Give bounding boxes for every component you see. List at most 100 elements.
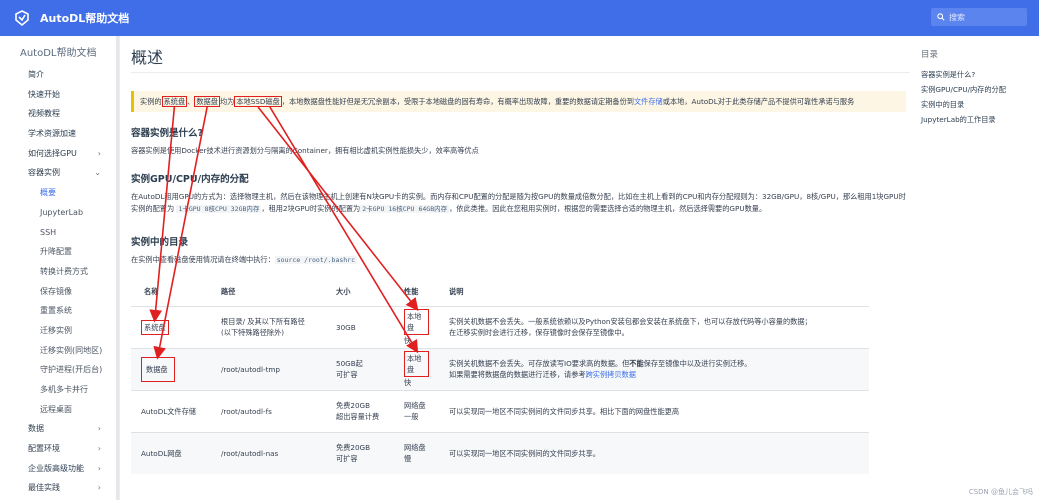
sidebar-item[interactable]: 如何选择GPU ›: [0, 144, 119, 164]
sidebar-item-label: 数据: [28, 424, 44, 434]
cell-desc: 可以实现同一地区不同实例间的文件同步共享。相比下面的网盘性能更高: [449, 406, 680, 416]
chevron-right-icon: ›: [97, 148, 101, 158]
cell-path: /root/autodl-tmp: [221, 364, 280, 374]
sidebar-item[interactable]: 企业版高级功能 ›: [0, 459, 119, 479]
site-title[interactable]: AutoDL帮助文档: [40, 10, 129, 26]
search-input[interactable]: [949, 12, 1019, 22]
sidebar-item-label: 快速开始: [28, 89, 60, 99]
cell-desc-bold: 不能: [629, 359, 644, 368]
sidebar-item[interactable]: 视频教程: [0, 104, 119, 124]
sidebar-item[interactable]: 容器实例 ⌄: [0, 163, 119, 183]
table-row: 数据盘 /root/autodl-tmp 50GB起 可扩容 本地盘快 实例关机数…: [131, 348, 869, 390]
sidebar-item-label: 学术资源加速: [28, 129, 76, 139]
highlight-local-ssd: 本地SSD磁盘: [234, 96, 282, 107]
search-box[interactable]: [931, 8, 1027, 26]
sidebar-item[interactable]: 概要: [0, 183, 119, 203]
toc-item[interactable]: 实例GPU/CPU/内存的分配: [921, 85, 1031, 95]
inline-code: 8核CPU: [202, 205, 229, 213]
cell-size: 免费20GB: [336, 443, 371, 453]
sidebar-item[interactable]: 数据 ›: [0, 419, 119, 439]
sidebar-item[interactable]: 简介: [0, 65, 119, 85]
sidebar-item[interactable]: 守护进程(开后台): [0, 360, 119, 380]
cell-path: /root/autodl-nas: [211, 432, 326, 474]
sidebar-item[interactable]: 学术资源加速: [0, 124, 119, 144]
table-row: AutoDL文件存储 /root/autodl-fs 免费20GB 超出容量计费 …: [131, 390, 869, 432]
table-header: 名称: [131, 278, 211, 306]
sidebar-item-label: 远程桌面: [40, 404, 72, 414]
sidebar-item[interactable]: 最佳实践 ›: [0, 478, 119, 498]
toc-item[interactable]: JupyterLab的工作目录: [921, 115, 1031, 125]
sidebar-item-label: JupyterLab: [40, 207, 84, 217]
inline-code: 2卡GPU: [360, 205, 387, 213]
table-of-contents: 目录 容器实例是什么? 实例GPU/CPU/内存的分配 实例中的目录 Jupyt…: [921, 48, 1031, 130]
sidebar-item-label: 保存镜像: [40, 286, 72, 296]
cell-size-note: 可扩容: [336, 454, 358, 464]
cell-desc: 可以实现同一地区不同实例间的文件同步共享。: [439, 432, 869, 474]
sidebar-scrollbar[interactable]: [116, 36, 119, 500]
sidebar-item[interactable]: 迁移实例(同地区): [0, 341, 119, 361]
sidebar-item-label: SSH: [40, 227, 57, 237]
sidebar-item[interactable]: 保存镜像: [0, 282, 119, 302]
table-header: 性能: [394, 278, 439, 306]
sidebar: AutoDL帮助文档 简介快速开始视频教程学术资源加速 如何选择GPU › 容器实例 ⌄…: [0, 36, 120, 500]
cell-size: 30GB: [336, 322, 356, 332]
inline-code: 16核CPU: [386, 205, 417, 213]
sidebar-item-label: 概要: [40, 188, 56, 198]
cell-size: 50GB起: [336, 359, 363, 368]
directory-table: 名称 路径 大小 性能 说明 系统盘 根目录/ 及其以下所有路径 (以下特殊路径除…: [131, 278, 869, 474]
cell-path-note: (以下特殊路径除外): [221, 328, 285, 337]
toc-item[interactable]: 容器实例是什么?: [921, 70, 1031, 80]
sidebar-title[interactable]: AutoDL帮助文档: [20, 44, 119, 59]
sidebar-item[interactable]: 远程桌面: [0, 400, 119, 420]
notice-text: ，本地数据盘性能好但是无冗余副本，受限于本地磁盘的固有寿命，有概率出现故障，重要…: [281, 97, 634, 106]
cell-size-note: 可扩容: [336, 370, 358, 379]
sidebar-item-label: 迁移实例(同地区): [40, 345, 103, 355]
cell-perf-speed: 慢: [404, 454, 412, 464]
sidebar-item[interactable]: JupyterLab: [0, 203, 119, 223]
chevron-right-icon: ›: [97, 483, 101, 493]
sidebar-item-label: 重置系统: [40, 306, 72, 316]
inline-code: source /root/.bashrc: [274, 255, 358, 264]
sidebar-item-label: 转换计费方式: [40, 266, 88, 276]
notice-text: 或本地，AutoDL对于此类存储产品不提供可靠性承诺与服务: [662, 97, 855, 106]
container-description: 容器实例是使用Docker技术进行资源划分与隔离的Container，拥有相比虚…: [131, 146, 479, 155]
section-heading-allocation: 实例GPU/CPU/内存的分配: [131, 173, 249, 185]
toc-item[interactable]: 实例中的目录: [921, 100, 1031, 110]
sidebar-item[interactable]: 迁移实例: [0, 321, 119, 341]
section-heading-container: 容器实例是什么?: [131, 128, 204, 139]
sidebar-item-label: 企业版高级功能: [28, 463, 84, 473]
file-storage-link[interactable]: 文件存储: [634, 97, 663, 106]
sidebar-item[interactable]: 重置系统: [0, 301, 119, 321]
sidebar-item-label: 容器实例: [28, 168, 60, 178]
inline-code: 64GB内存: [416, 205, 450, 213]
para-text: ，租用2块GPU时实例的配置为: [261, 204, 361, 213]
sidebar-item[interactable]: 升降配置: [0, 242, 119, 262]
autodl-logo-icon[interactable]: [12, 8, 32, 28]
table-header: 路径: [211, 278, 326, 306]
notice-text: 实例的: [140, 97, 162, 106]
sidebar-item[interactable]: 多机多卡并行: [0, 380, 119, 400]
sidebar-item-label: 配置环境: [28, 444, 60, 454]
copy-data-link[interactable]: 跨实例拷贝数据: [586, 370, 636, 379]
cell-name: AutoDL文件存储: [141, 406, 196, 416]
header-name: 名称: [144, 286, 159, 296]
inline-code: 32GB内存: [228, 205, 262, 213]
table-header: 说明: [439, 278, 869, 306]
sidebar-item-label: 如何选择GPU: [28, 148, 77, 158]
sidebar-item[interactable]: 转换计费方式: [0, 262, 119, 282]
para-text: 在实例中查看磁盘使用情况请在终端中执行：: [131, 254, 275, 264]
sidebar-item[interactable]: 快速开始: [0, 85, 119, 105]
table-header: 大小: [326, 278, 394, 306]
sidebar-item-label: 升降配置: [40, 247, 72, 257]
para-text: ，依此类推。因此在您租用实例时，根据您的需要选择合适的物理主机，然后选择需要的G…: [449, 204, 767, 213]
sidebar-item[interactable]: SSH: [0, 223, 119, 243]
cell-desc: 如果需要将数据盘的数据进行迁移，请参考: [449, 370, 586, 379]
cell-perf: 网络盘: [404, 443, 426, 453]
sidebar-item[interactable]: 配置环境 ›: [0, 439, 119, 459]
cell-desc: 保存至镜像中以及进行实例迁移。: [643, 359, 752, 368]
cell-path: /root/autodl-fs: [221, 406, 272, 416]
cell-data-disk: 数据盘: [141, 356, 175, 382]
sidebar-nav: 简介快速开始视频教程学术资源加速 如何选择GPU › 容器实例 ⌄ 概要 JupyterLa…: [0, 65, 119, 498]
sidebar-item-label: 多机多卡并行: [40, 385, 88, 394]
notice-text: 均为: [219, 97, 235, 106]
